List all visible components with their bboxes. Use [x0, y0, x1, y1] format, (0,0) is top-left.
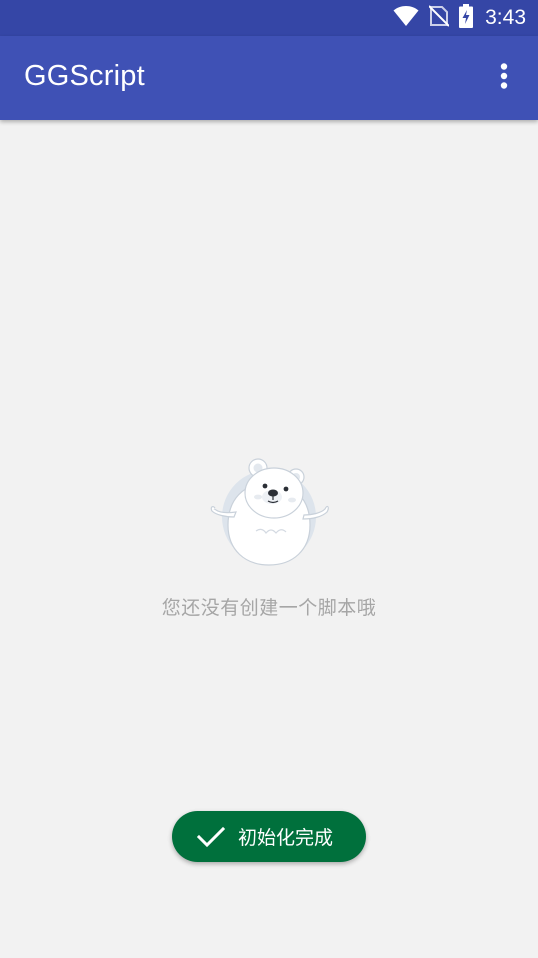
- check-icon: [196, 822, 226, 852]
- wifi-icon: [393, 5, 419, 31]
- empty-state-message: 您还没有创建一个脚本哦: [161, 597, 377, 619]
- polar-bear-illustration: [208, 455, 330, 569]
- app-title: GGScript: [24, 60, 145, 92]
- battery-charging-icon: [459, 4, 474, 32]
- screen: 3:43 GGScript 您还没有创建一个脚本哦 初始化完成: [0, 0, 538, 958]
- more-vert-icon: [500, 63, 508, 93]
- status-time: 3:43: [485, 6, 526, 29]
- status-icons: 3:43: [393, 0, 526, 36]
- app-bar: GGScript: [0, 36, 538, 120]
- status-bar: 3:43: [0, 0, 538, 36]
- toast-message: 初始化完成: [238, 827, 334, 849]
- no-sim-icon: [428, 5, 450, 31]
- overflow-menu-button[interactable]: [484, 58, 524, 98]
- toast: 初始化完成: [172, 811, 366, 862]
